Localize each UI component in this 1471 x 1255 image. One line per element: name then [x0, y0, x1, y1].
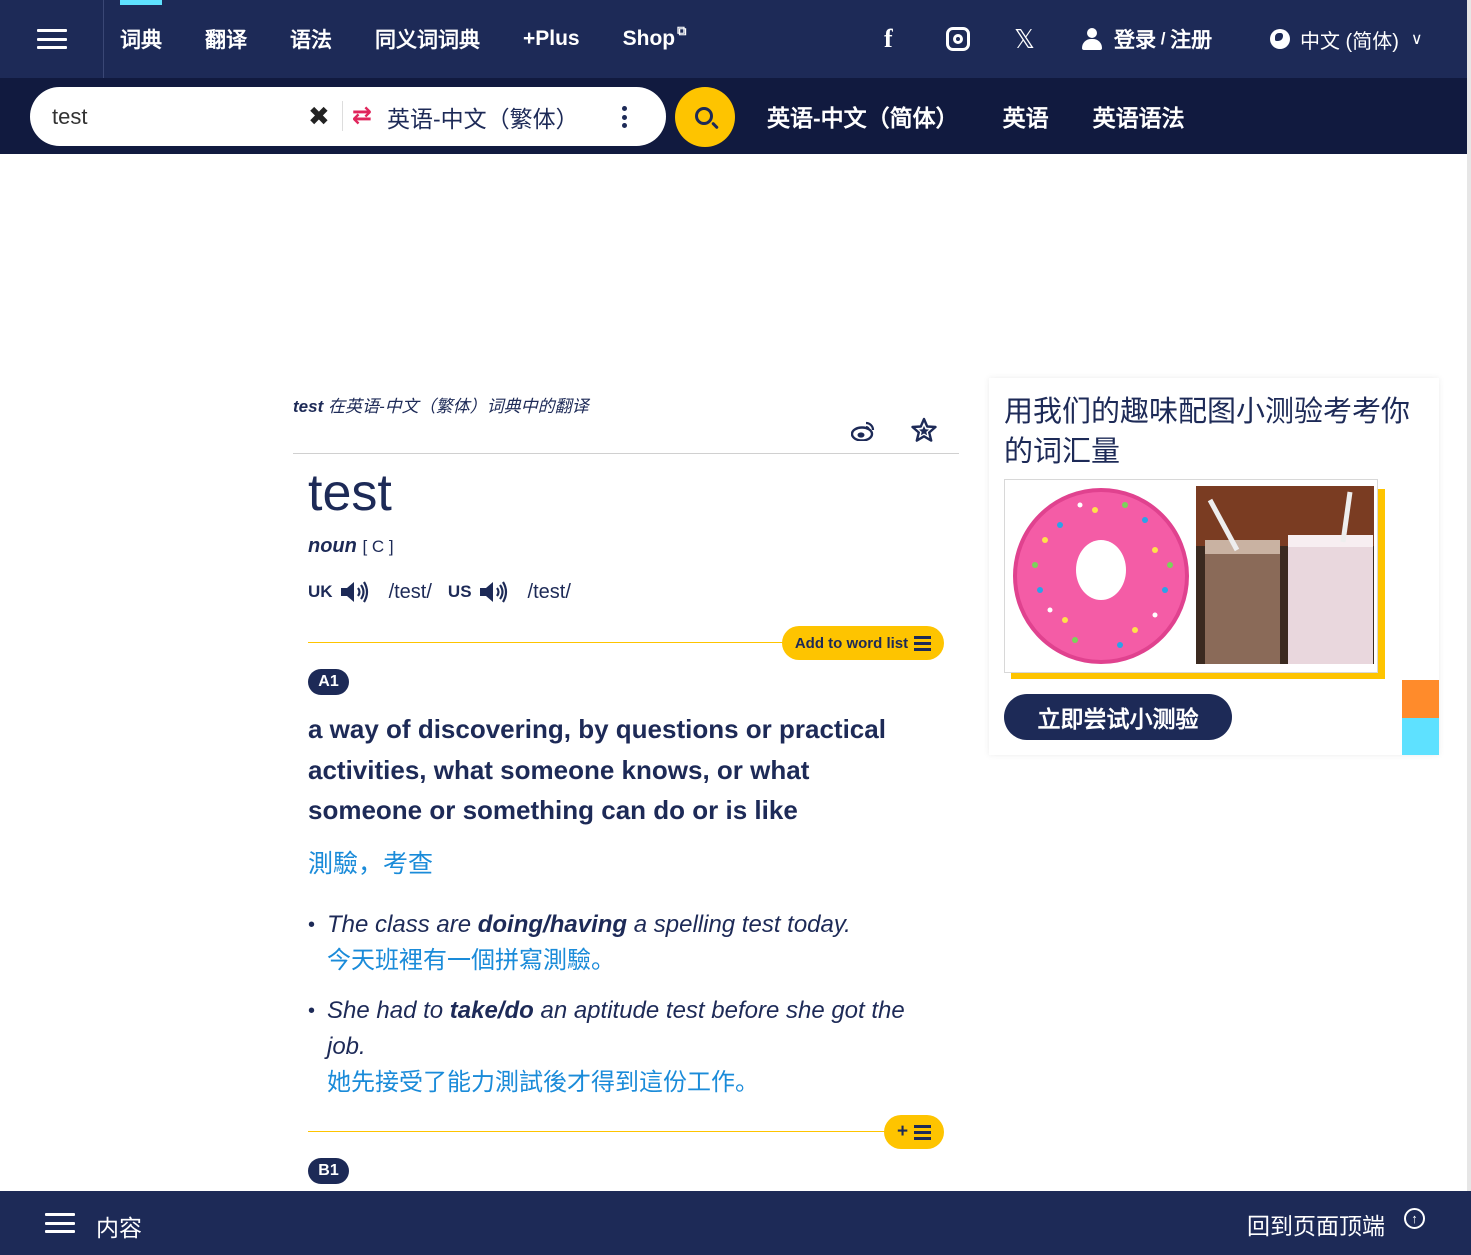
facebook-icon[interactable]: f [884, 0, 893, 78]
us-audio-speaker-icon[interactable] [478, 579, 508, 605]
back-to-top-link[interactable]: 回到页面顶端 [1247, 1207, 1385, 1241]
example-collocation: take/do [449, 997, 534, 1024]
entry-page-title-word: test [293, 397, 324, 416]
list-icon [914, 1124, 932, 1140]
add-small-label: + [896, 1121, 909, 1142]
add-to-word-list-button[interactable]: Add to word list [782, 626, 944, 660]
main-menu-button[interactable] [0, 0, 104, 78]
nav-translate[interactable]: 翻译 [205, 24, 247, 54]
sense-divider [308, 1131, 888, 1132]
entry-page-title-suffix: 在英语-中文（繁体）词典中的翻译 [323, 397, 589, 416]
example-text-pre: She had to [327, 997, 450, 1024]
nav-dictionary[interactable]: 词典 [120, 0, 162, 54]
search-icon [694, 106, 713, 125]
search-button[interactable] [675, 87, 735, 147]
register-label[interactable]: 注册 [1170, 24, 1212, 54]
hamburger-icon [36, 29, 67, 49]
example-sentence: She had to take/do an aptitude test befo… [308, 993, 928, 1101]
cefr-level-badge: B1 [308, 1158, 349, 1184]
dictionary-quick-links: 英语-中文（简体） 英语 英语语法 [767, 78, 1229, 154]
quick-link-english[interactable]: 英语 [1003, 99, 1049, 133]
quick-link-english-grammar[interactable]: 英语语法 [1093, 99, 1185, 133]
headword: test [308, 464, 392, 522]
uk-ipa: /test/ [388, 580, 432, 603]
pos-label: noun [308, 535, 357, 557]
pronunciation-row: UK /test/ US /test/ [308, 578, 587, 606]
sense-translation: 測驗，考查 [308, 850, 434, 878]
weibo-share-icon[interactable] [851, 421, 875, 441]
part-of-speech: noun [ C ] [308, 535, 394, 558]
nav-thesaurus[interactable]: 同义词词典 [375, 24, 480, 54]
top-navigation: 词典 翻译 语法 同义词词典 +Plus Shop ⧉ f 𝕏 登录 / 注册 中… [0, 0, 1471, 78]
search-bar: ✖ ⇄ 英语-中文（繁体） 英语-中文（简体） 英语 英语语法 [0, 78, 1471, 154]
language-selector[interactable]: 中文 (简体) ∨ [1270, 0, 1423, 78]
quiz-promo-title[interactable]: 用我们的趣味配图小测验考考你的词汇量 [1004, 392, 1434, 472]
bottom-bar: 内容 回到页面顶端 ↑ [0, 1191, 1471, 1255]
contents-button[interactable]: 内容 [96, 1209, 142, 1243]
example-translation: 她先接受了能力測試後才得到這份工作。 [327, 1069, 759, 1096]
us-ipa: /test/ [527, 580, 571, 603]
list-icon [914, 635, 932, 651]
uk-region-label: UK [308, 582, 333, 601]
grammar-code: [ C ] [362, 537, 394, 556]
search-input[interactable] [52, 87, 302, 146]
orange-accent-block [1402, 680, 1439, 718]
instagram-icon[interactable] [946, 0, 970, 78]
scrollbar[interactable] [1467, 0, 1471, 1191]
swap-dictionary-icon[interactable]: ⇄ [352, 103, 372, 129]
search-divider [342, 101, 343, 131]
external-link-icon: ⧉ [677, 23, 687, 38]
login-separator: / [1156, 29, 1171, 48]
favourite-star-icon[interactable] [911, 417, 937, 443]
language-label: 中文 (简体) [1300, 30, 1399, 53]
nav-plus[interactable]: +Plus [523, 27, 580, 51]
example-text-post: a spelling test today. [627, 911, 851, 938]
user-icon [1082, 28, 1102, 50]
login-label[interactable]: 登录 [1114, 24, 1156, 54]
example-sentence: The class are doing/having a spelling te… [308, 907, 928, 979]
nav-grammar[interactable]: 语法 [290, 24, 332, 54]
clear-search-icon[interactable]: ✖ [308, 103, 330, 129]
add-to-word-list-label: Add to word list [794, 634, 909, 652]
add-sense-to-word-list-button[interactable]: + [884, 1115, 944, 1149]
quiz-image[interactable] [1004, 479, 1378, 673]
search-box: ✖ ⇄ 英语-中文（繁体） [30, 87, 666, 146]
header-divider [293, 453, 959, 454]
example-translation: 今天班裡有一個拼寫測驗。 [327, 947, 615, 974]
donut-and-milkshake-image [1005, 480, 1377, 672]
nav-shop-label: Shop [622, 27, 676, 50]
cefr-level-badge: A1 [308, 669, 349, 695]
sense-definition: a way of discovering, by questions or pr… [308, 714, 886, 825]
entry-page-title: test 在英语-中文（繁体）词典中的翻译 [293, 392, 589, 417]
us-region-label: US [447, 582, 472, 601]
uk-audio-speaker-icon[interactable] [339, 579, 369, 605]
arrow-up-circle-icon[interactable]: ↑ [1404, 1208, 1425, 1229]
chevron-down-icon: ∨ [1410, 31, 1423, 48]
quiz-promo-card: 用我们的趣味配图小测验考考你的词汇量 立即尝试小测验 [989, 378, 1439, 755]
primary-nav: 词典 翻译 语法 同义词词典 +Plus Shop ⧉ [120, 0, 729, 78]
login-register-link[interactable]: 登录 / 注册 [1082, 0, 1212, 78]
cyan-accent-block [1402, 718, 1439, 755]
example-text-pre: The class are [327, 911, 478, 938]
dictionary-selector[interactable]: 英语-中文（繁体） [387, 87, 579, 146]
globe-icon [1270, 29, 1290, 49]
quick-link-english-chinese-simplified[interactable]: 英语-中文（简体） [767, 99, 959, 133]
try-quiz-button[interactable]: 立即尝试小测验 [1004, 694, 1232, 740]
more-options-icon[interactable] [622, 106, 628, 128]
x-icon[interactable]: 𝕏 [1014, 0, 1035, 78]
nav-shop[interactable]: Shop ⧉ [622, 23, 687, 51]
example-collocation: doing/having [477, 911, 628, 938]
contents-menu-icon[interactable] [45, 1213, 75, 1233]
sense-divider [308, 642, 788, 643]
